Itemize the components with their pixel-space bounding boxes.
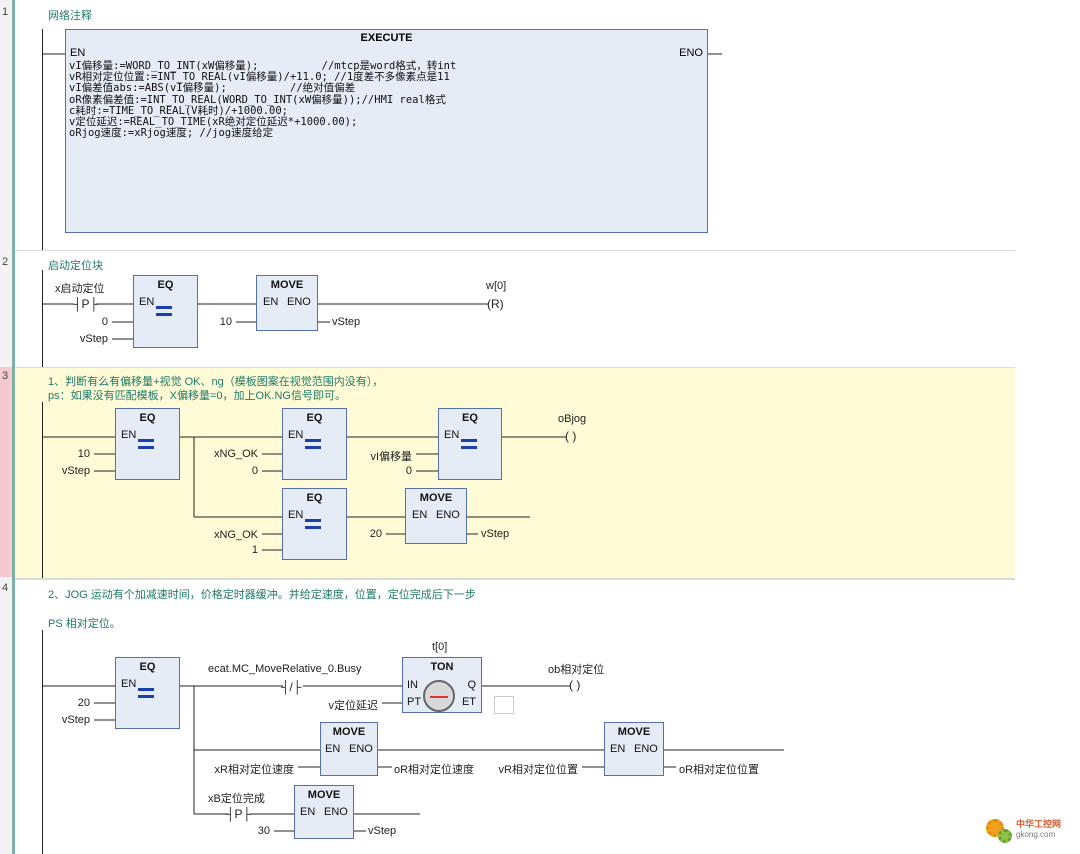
watermark-url: gkong.com (1016, 830, 1056, 839)
ladder-wires (42, 53, 784, 832)
gkong-watermark: 中华工控网 gkong.com (986, 813, 1072, 845)
watermark-title: 中华工控网 (1016, 819, 1062, 829)
gear-logo-icon (998, 829, 1012, 843)
